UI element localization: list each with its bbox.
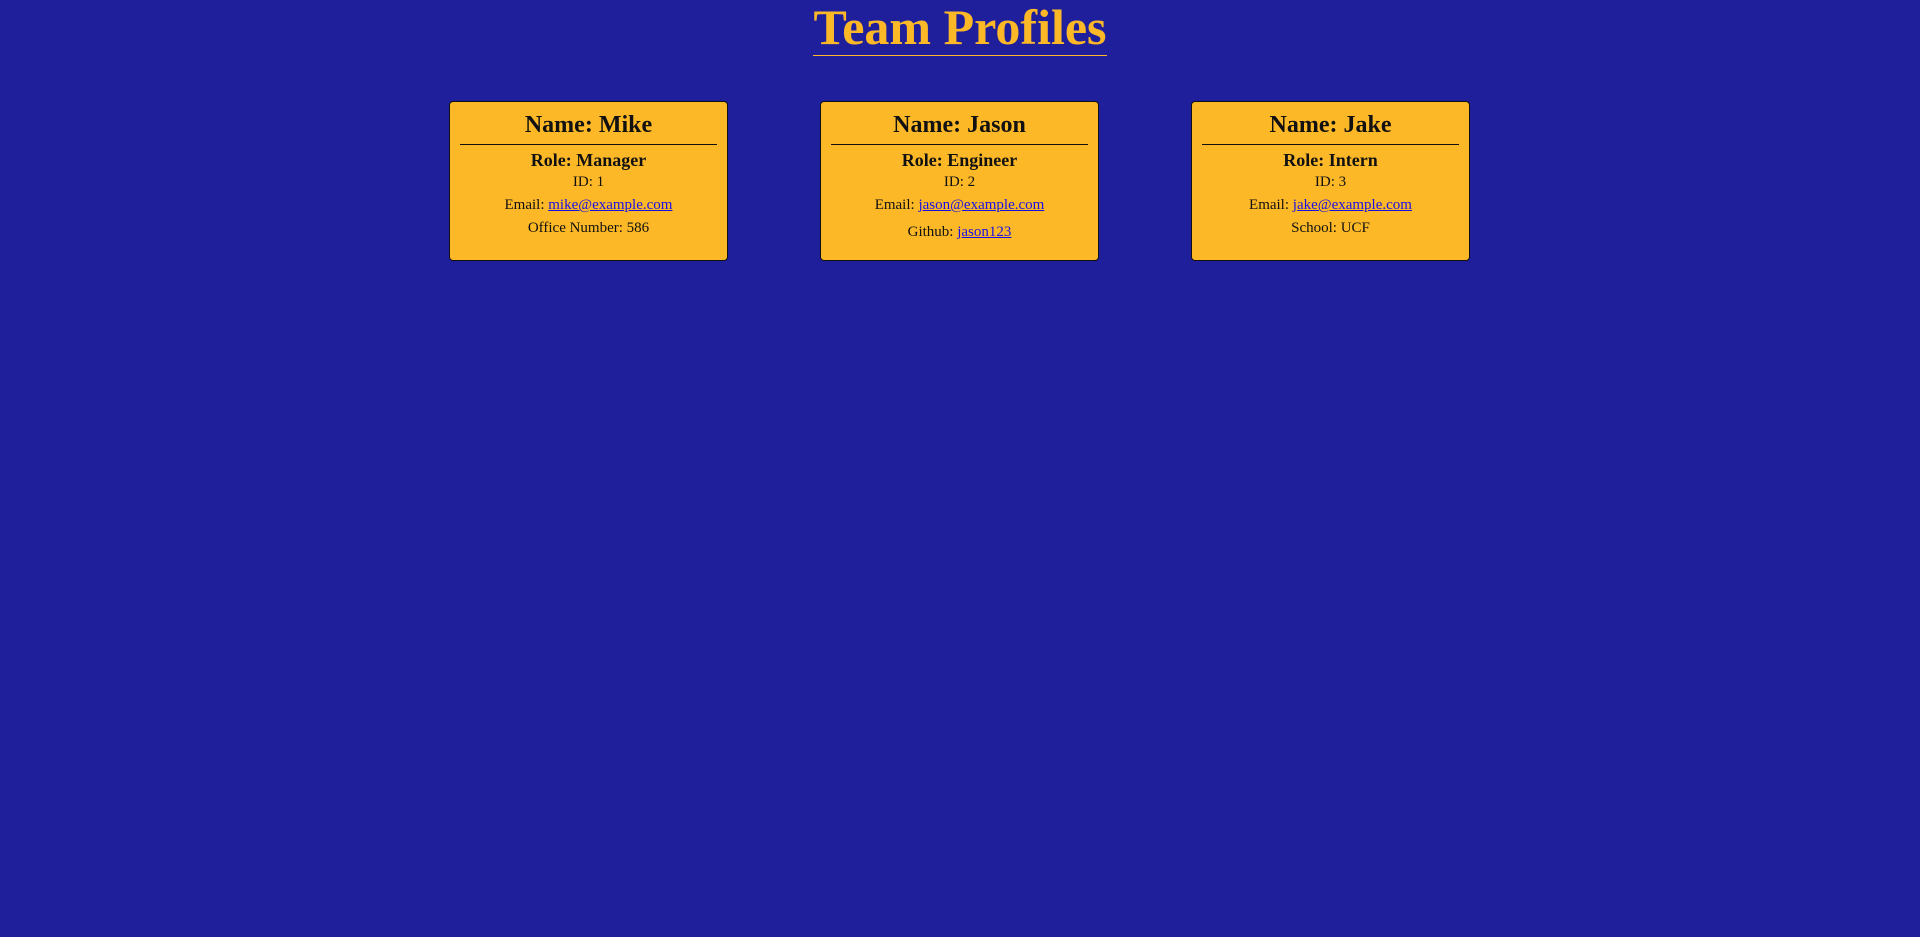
employee-card-jason: Name: Jason Role: Engineer ID: 2 Email: … [820, 101, 1099, 261]
card-name: Name: Jason [831, 110, 1088, 145]
card-role: Role: Engineer [901, 150, 1018, 170]
card-role: Role: Intern [1283, 150, 1378, 170]
card-id: ID: 1 [572, 174, 605, 190]
card-id: ID: 3 [1314, 174, 1347, 190]
employee-card-jake: Name: Jake Role: Intern ID: 3 Email: jak… [1191, 101, 1470, 261]
card-id: ID: 2 [943, 174, 976, 190]
card-school: School: UCF [1291, 220, 1370, 236]
card-github-link[interactable]: jason123 [957, 224, 1011, 240]
card-email-link[interactable]: jake@example.com [1293, 197, 1412, 213]
card-email-row: Email: mike@example.com [450, 194, 727, 217]
card-email-link[interactable]: mike@example.com [548, 197, 672, 213]
header: Team Profiles [0, 0, 1920, 56]
card-role: Role: Manager [530, 150, 647, 170]
card-github-label: Github: [907, 224, 958, 240]
card-email-row: Email: jason@example.com [821, 194, 1098, 217]
card-email-row: Email: jake@example.com [1192, 194, 1469, 217]
card-office-number: Office Number: 586 [527, 220, 650, 236]
card-email-link[interactable]: jason@example.com [918, 197, 1044, 213]
card-email-label: Email: [504, 197, 549, 213]
employee-card-mike: Name: Mike Role: Manager ID: 1 Email: mi… [449, 101, 728, 261]
card-name: Name: Jake [1202, 110, 1459, 145]
card-github-row: Github: jason123 [821, 221, 1098, 244]
card-row: Name: Mike Role: Manager ID: 1 Email: mi… [0, 101, 1920, 271]
card-email-label: Email: [1249, 197, 1293, 213]
card-name: Name: Mike [460, 110, 717, 145]
card-email-label: Email: [874, 197, 919, 213]
page-title: Team Profiles [813, 0, 1107, 56]
